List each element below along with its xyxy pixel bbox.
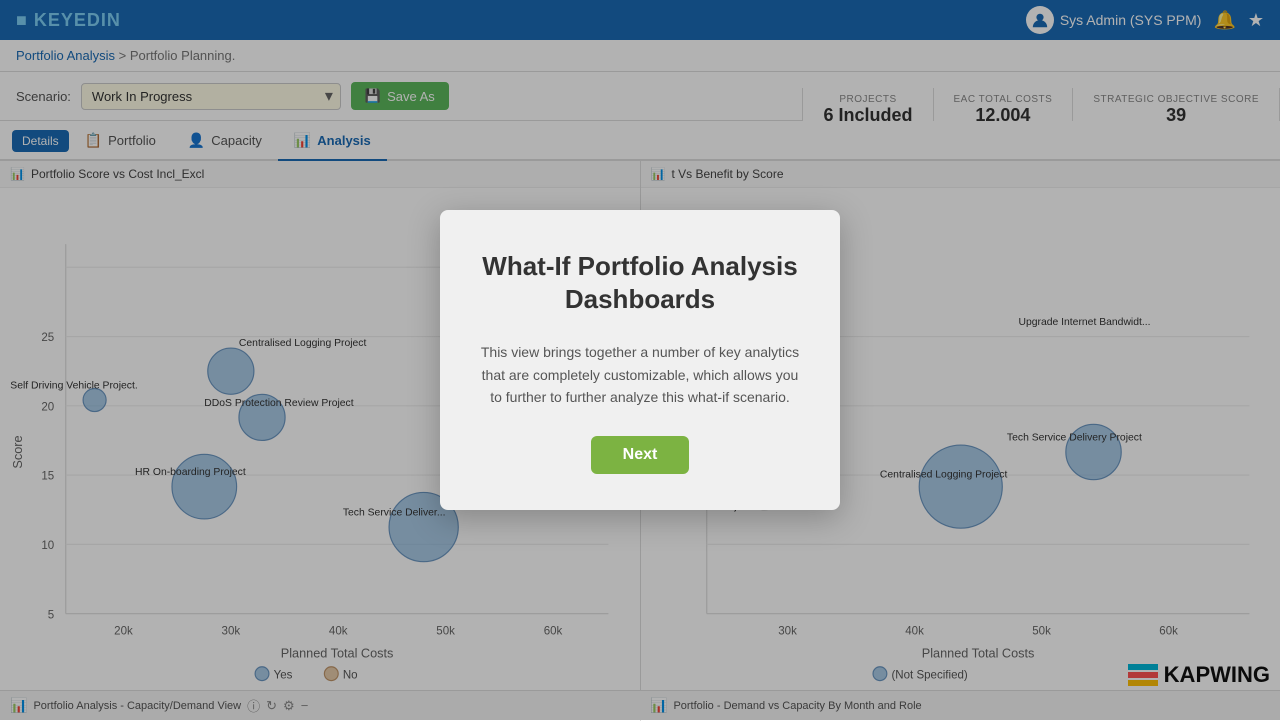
modal-next-button[interactable]: Next xyxy=(591,436,690,474)
modal-overlay: What-If Portfolio Analysis Dashboards Th… xyxy=(0,0,1280,720)
modal-title: What-If Portfolio Analysis Dashboards xyxy=(476,250,804,318)
modal-dialog: What-If Portfolio Analysis Dashboards Th… xyxy=(440,210,840,511)
modal-body: This view brings together a number of ke… xyxy=(476,341,804,408)
